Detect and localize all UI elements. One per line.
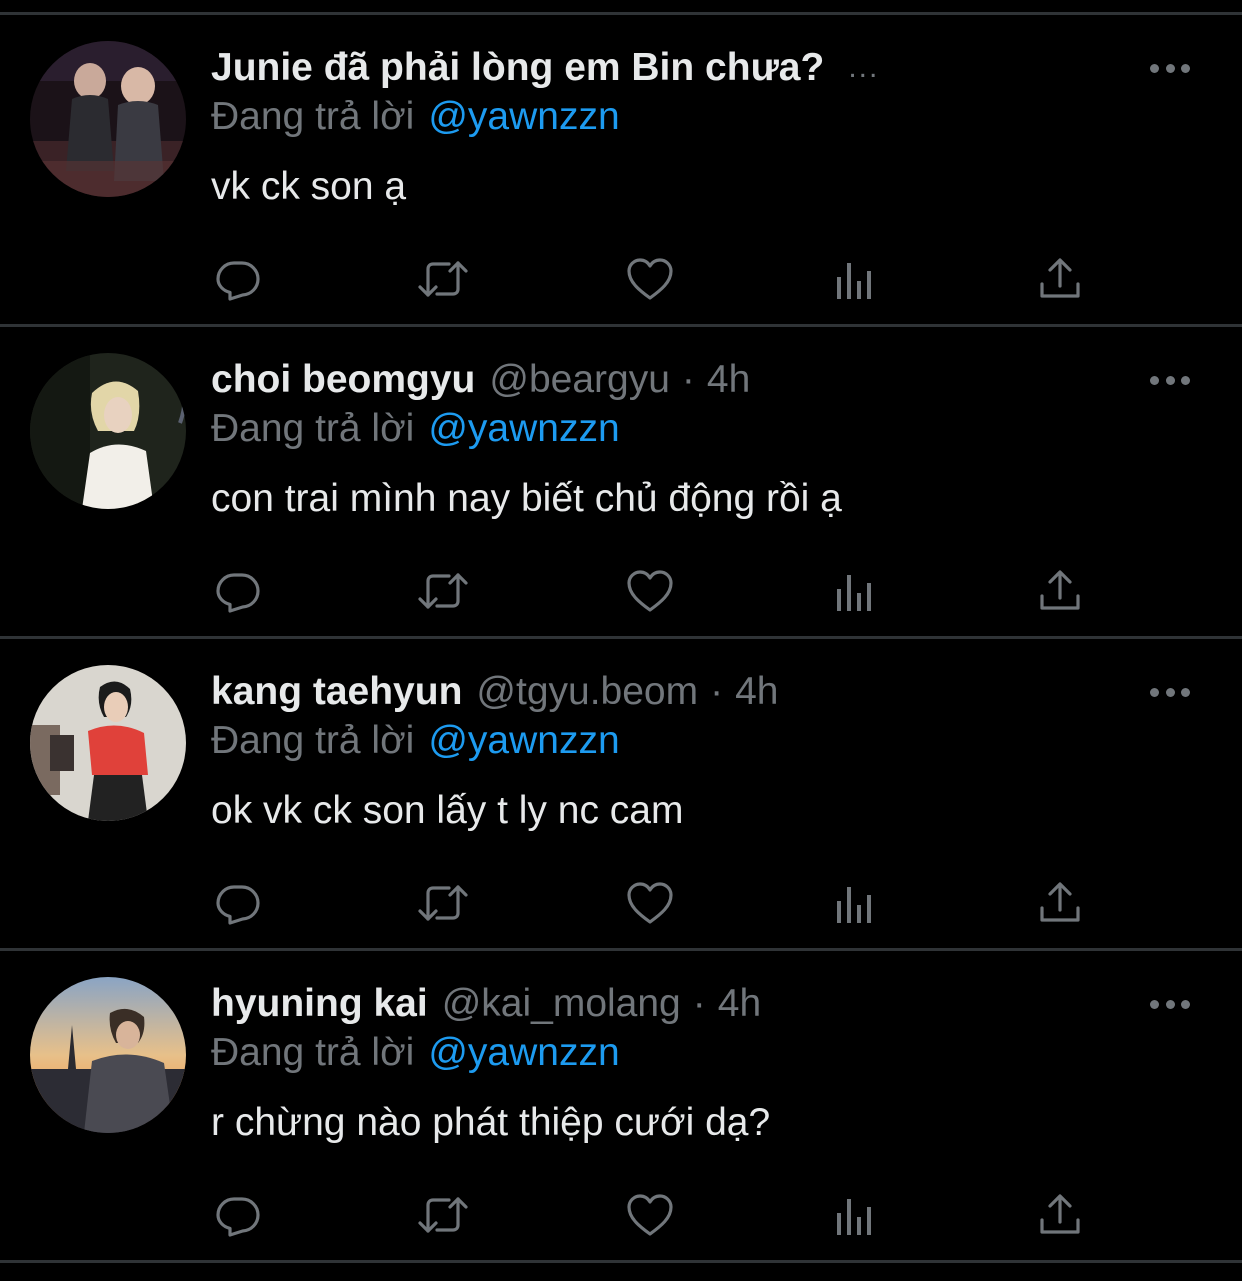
heart-icon bbox=[627, 570, 673, 612]
reply-feed: Junie đã phải lòng em Bin chưa? ... Đang… bbox=[0, 15, 1242, 1263]
avatar-photo-blond-person-white-shirt bbox=[30, 353, 186, 509]
heart-icon bbox=[627, 1194, 673, 1236]
avatar[interactable] bbox=[30, 41, 186, 197]
display-name[interactable]: Junie đã phải lòng em Bin chưa? bbox=[211, 46, 824, 90]
replying-to-label: Đang trả lời bbox=[211, 95, 415, 138]
replying-to: Đang trả lời @yawnzzn bbox=[211, 95, 620, 139]
action-bar bbox=[210, 563, 1090, 619]
tweet-text: con trai mình nay biết chủ động rồi ạ bbox=[211, 477, 842, 520]
more-dots-icon[interactable] bbox=[1150, 993, 1190, 1015]
action-bar bbox=[210, 1187, 1090, 1243]
share-button[interactable] bbox=[1032, 251, 1088, 307]
retweet-button[interactable] bbox=[415, 1187, 471, 1243]
more-dots-icon[interactable] bbox=[1150, 681, 1190, 703]
retweet-icon bbox=[418, 885, 468, 921]
avatar[interactable] bbox=[30, 665, 186, 821]
replying-to-handle-link[interactable]: @yawnzzn bbox=[428, 719, 619, 762]
share-button[interactable] bbox=[1032, 875, 1088, 931]
tweet-header: hyuning kai @kai_molang · 4h bbox=[211, 979, 761, 1029]
bar-chart-icon bbox=[837, 1199, 871, 1235]
heart-icon bbox=[627, 258, 673, 300]
reply-bubble-icon bbox=[216, 573, 260, 613]
retweet-icon bbox=[418, 261, 468, 297]
reply-button[interactable] bbox=[210, 563, 266, 619]
tweet-header: Junie đã phải lòng em Bin chưa? ... bbox=[211, 43, 879, 93]
replying-to: Đang trả lời @yawnzzn bbox=[211, 719, 620, 763]
bar-chart-icon bbox=[837, 263, 871, 299]
avatar[interactable] bbox=[30, 353, 186, 509]
action-bar bbox=[210, 251, 1090, 307]
like-button[interactable] bbox=[622, 251, 678, 307]
retweet-icon bbox=[418, 573, 468, 609]
avatar-photo-two-people-at-event bbox=[30, 41, 186, 197]
display-name[interactable]: choi beomgyu bbox=[211, 358, 475, 402]
like-button[interactable] bbox=[622, 1187, 678, 1243]
user-handle[interactable]: @tgyu.beom bbox=[476, 670, 698, 714]
views-button[interactable] bbox=[828, 251, 884, 307]
share-button[interactable] bbox=[1032, 563, 1088, 619]
retweet-button[interactable] bbox=[415, 563, 471, 619]
replying-to: Đang trả lời @yawnzzn bbox=[211, 407, 620, 451]
avatar-photo-person-eiffel-sunset bbox=[30, 977, 186, 1133]
avatar-photo-person-red-shirt bbox=[30, 665, 186, 821]
tweet[interactable]: choi beomgyu @beargyu · 4h Đang trả lời @… bbox=[0, 327, 1242, 639]
like-button[interactable] bbox=[622, 875, 678, 931]
action-bar bbox=[210, 875, 1090, 931]
timestamp[interactable]: 4h bbox=[735, 670, 778, 714]
replying-to-handle-link[interactable]: @yawnzzn bbox=[428, 407, 619, 450]
bar-chart-icon bbox=[837, 887, 871, 923]
replying-to-label: Đang trả lời bbox=[211, 407, 415, 450]
replying-to-handle-link[interactable]: @yawnzzn bbox=[428, 95, 619, 138]
timestamp[interactable]: 4h bbox=[707, 358, 750, 402]
tweet-text: ok vk ck son lấy t ly nc cam bbox=[211, 789, 684, 832]
reply-bubble-icon bbox=[216, 885, 260, 925]
avatar[interactable] bbox=[30, 977, 186, 1133]
tweet-header: kang taehyun @tgyu.beom · 4h bbox=[211, 667, 778, 717]
user-handle[interactable]: @kai_molang bbox=[442, 982, 681, 1026]
bar-chart-icon bbox=[837, 575, 871, 611]
retweet-button[interactable] bbox=[415, 251, 471, 307]
replying-to: Đang trả lời @yawnzzn bbox=[211, 1031, 620, 1075]
retweet-icon bbox=[418, 1197, 468, 1233]
user-handle[interactable]: @beargyu bbox=[489, 358, 670, 402]
reply-bubble-icon bbox=[216, 1197, 260, 1237]
views-button[interactable] bbox=[828, 563, 884, 619]
retweet-button[interactable] bbox=[415, 875, 471, 931]
views-button[interactable] bbox=[828, 875, 884, 931]
like-button[interactable] bbox=[622, 563, 678, 619]
display-name[interactable]: hyuning kai bbox=[211, 982, 428, 1026]
tweet[interactable]: Junie đã phải lòng em Bin chưa? ... Đang… bbox=[0, 15, 1242, 327]
separator-dot: · bbox=[692, 982, 706, 1025]
truncation-ellipsis: ... bbox=[848, 51, 880, 84]
timestamp[interactable]: 4h bbox=[718, 982, 761, 1026]
reply-button[interactable] bbox=[210, 251, 266, 307]
tweet[interactable]: hyuning kai @kai_molang · 4h Đang trả lờ… bbox=[0, 951, 1242, 1263]
share-upload-icon bbox=[1040, 882, 1080, 922]
reply-button[interactable] bbox=[210, 1187, 266, 1243]
replying-to-label: Đang trả lời bbox=[211, 1031, 415, 1074]
reply-button[interactable] bbox=[210, 875, 266, 931]
reply-bubble-icon bbox=[216, 261, 260, 301]
separator-dot: · bbox=[710, 670, 724, 713]
views-button[interactable] bbox=[828, 1187, 884, 1243]
replying-to-label: Đang trả lời bbox=[211, 719, 415, 762]
share-upload-icon bbox=[1040, 570, 1080, 610]
more-dots-icon[interactable] bbox=[1150, 369, 1190, 391]
tweet-text: r chừng nào phát thiệp cưới dạ? bbox=[211, 1101, 771, 1144]
tweet-text: vk ck son ạ bbox=[211, 165, 407, 208]
replying-to-handle-link[interactable]: @yawnzzn bbox=[428, 1031, 619, 1074]
heart-icon bbox=[627, 882, 673, 924]
share-upload-icon bbox=[1040, 258, 1080, 298]
tweet[interactable]: kang taehyun @tgyu.beom · 4h Đang trả lờ… bbox=[0, 639, 1242, 951]
share-upload-icon bbox=[1040, 1194, 1080, 1234]
more-dots-icon[interactable] bbox=[1150, 57, 1190, 79]
share-button[interactable] bbox=[1032, 1187, 1088, 1243]
display-name[interactable]: kang taehyun bbox=[211, 670, 462, 714]
tweet-header: choi beomgyu @beargyu · 4h bbox=[211, 355, 750, 405]
separator-dot: · bbox=[681, 358, 695, 401]
